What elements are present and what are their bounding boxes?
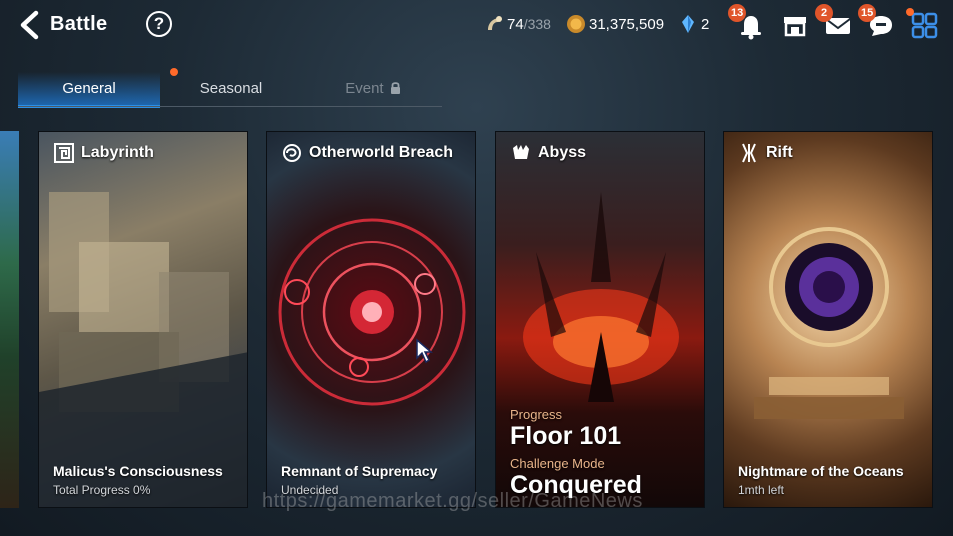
- labyrinth-stage-name: Malicus's Consciousness: [53, 463, 223, 479]
- tab-seasonal-label: Seasonal: [199, 80, 263, 97]
- abyss-floor: Floor 101: [510, 422, 622, 450]
- gold-counter[interactable]: 31,375,509: [566, 14, 664, 34]
- card-rift[interactable]: Rift Nightmare of the Oceans 1mth left: [723, 131, 933, 508]
- stamina-counter[interactable]: 74 /338: [484, 14, 551, 34]
- gold-amount: 31,375,509: [589, 15, 665, 33]
- top-bar: Battle ? 74 /338 31,375,509 2 13 2 15: [0, 0, 953, 50]
- menu-new-dot: [906, 8, 914, 16]
- tab-general-label: General: [62, 80, 116, 97]
- card-abyss-header: Abyss: [510, 142, 586, 164]
- grid-menu-icon: [911, 12, 938, 39]
- tab-event-label: Event: [345, 80, 384, 97]
- stamina-current: 74: [507, 15, 524, 33]
- demon-claw-icon: [513, 145, 529, 159]
- card-rift-title: Rift: [766, 144, 793, 161]
- page-title: Battle: [50, 13, 108, 35]
- rift-art: [754, 227, 904, 419]
- crystal-icon: [682, 15, 694, 33]
- mouse-cursor-icon: [416, 338, 433, 364]
- card-rift-footer: Nightmare of the Oceans 1mth left: [738, 463, 924, 498]
- chat-button[interactable]: 15: [858, 4, 896, 40]
- shop-stall-icon: [784, 17, 806, 37]
- crystal-counter[interactable]: 2: [678, 14, 709, 34]
- card-abyss-footer: Progress Floor 101 Challenge Mode Conque…: [510, 407, 696, 499]
- notifications-button[interactable]: 13: [728, 4, 766, 40]
- tab-seasonal[interactable]: Seasonal: [160, 68, 302, 106]
- portal-swirl-icon: [283, 144, 301, 162]
- stamina-max: /338: [523, 16, 551, 32]
- card-labyrinth-title: Labyrinth: [81, 144, 154, 161]
- card-rift-header: Rift: [738, 142, 793, 164]
- partial-card-left[interactable]: [0, 131, 19, 508]
- labyrinth-progress: Total Progress 0%: [53, 483, 151, 497]
- crystal-amount: 2: [701, 15, 710, 33]
- mail-badge: 2: [815, 4, 833, 22]
- lock-icon: [390, 82, 400, 94]
- stamina-icon: [488, 16, 502, 30]
- shop-button[interactable]: [780, 10, 810, 40]
- card-otherworld-header: Otherworld Breach: [281, 142, 453, 164]
- category-tabs: General Seasonal Event: [18, 68, 444, 108]
- watermark: https://gamemarket.gg/seller/GameNews: [262, 490, 643, 512]
- help-button[interactable]: ?: [146, 11, 172, 37]
- card-labyrinth-header: Labyrinth: [53, 142, 154, 164]
- breach-art: [278, 218, 466, 406]
- rift-stage-name: Nightmare of the Oceans: [738, 463, 904, 479]
- tabs-divider: [18, 106, 442, 107]
- tab-general[interactable]: General: [18, 72, 160, 108]
- labyrinth-art: [39, 192, 247, 507]
- card-abyss[interactable]: Abyss Progress Floor 101 Challenge Mode …: [495, 131, 705, 508]
- card-labyrinth[interactable]: Labyrinth Malicus's Consciousness Total …: [38, 131, 248, 508]
- card-labyrinth-footer: Malicus's Consciousness Total Progress 0…: [53, 463, 239, 498]
- rift-icon: [742, 143, 756, 163]
- tab-event[interactable]: Event: [302, 72, 444, 106]
- menu-grid-button[interactable]: [906, 8, 940, 40]
- seasonal-new-dot: [170, 68, 178, 76]
- back-arrow-icon[interactable]: [16, 10, 44, 40]
- rift-time-left: 1mth left: [738, 483, 785, 497]
- mail-button[interactable]: 2: [815, 4, 853, 40]
- card-otherworld-breach[interactable]: Otherworld Breach Remnant of Supremacy U…: [266, 131, 476, 508]
- maze-icon: [54, 143, 74, 163]
- abyss-challenge-label: Challenge Mode: [510, 456, 605, 471]
- abyss-progress-label: Progress: [510, 407, 563, 422]
- card-abyss-title: Abyss: [538, 144, 587, 161]
- gold-coin-icon: [567, 15, 585, 33]
- card-otherworld-title: Otherworld Breach: [309, 144, 454, 161]
- otherworld-stage-name: Remnant of Supremacy: [281, 463, 438, 479]
